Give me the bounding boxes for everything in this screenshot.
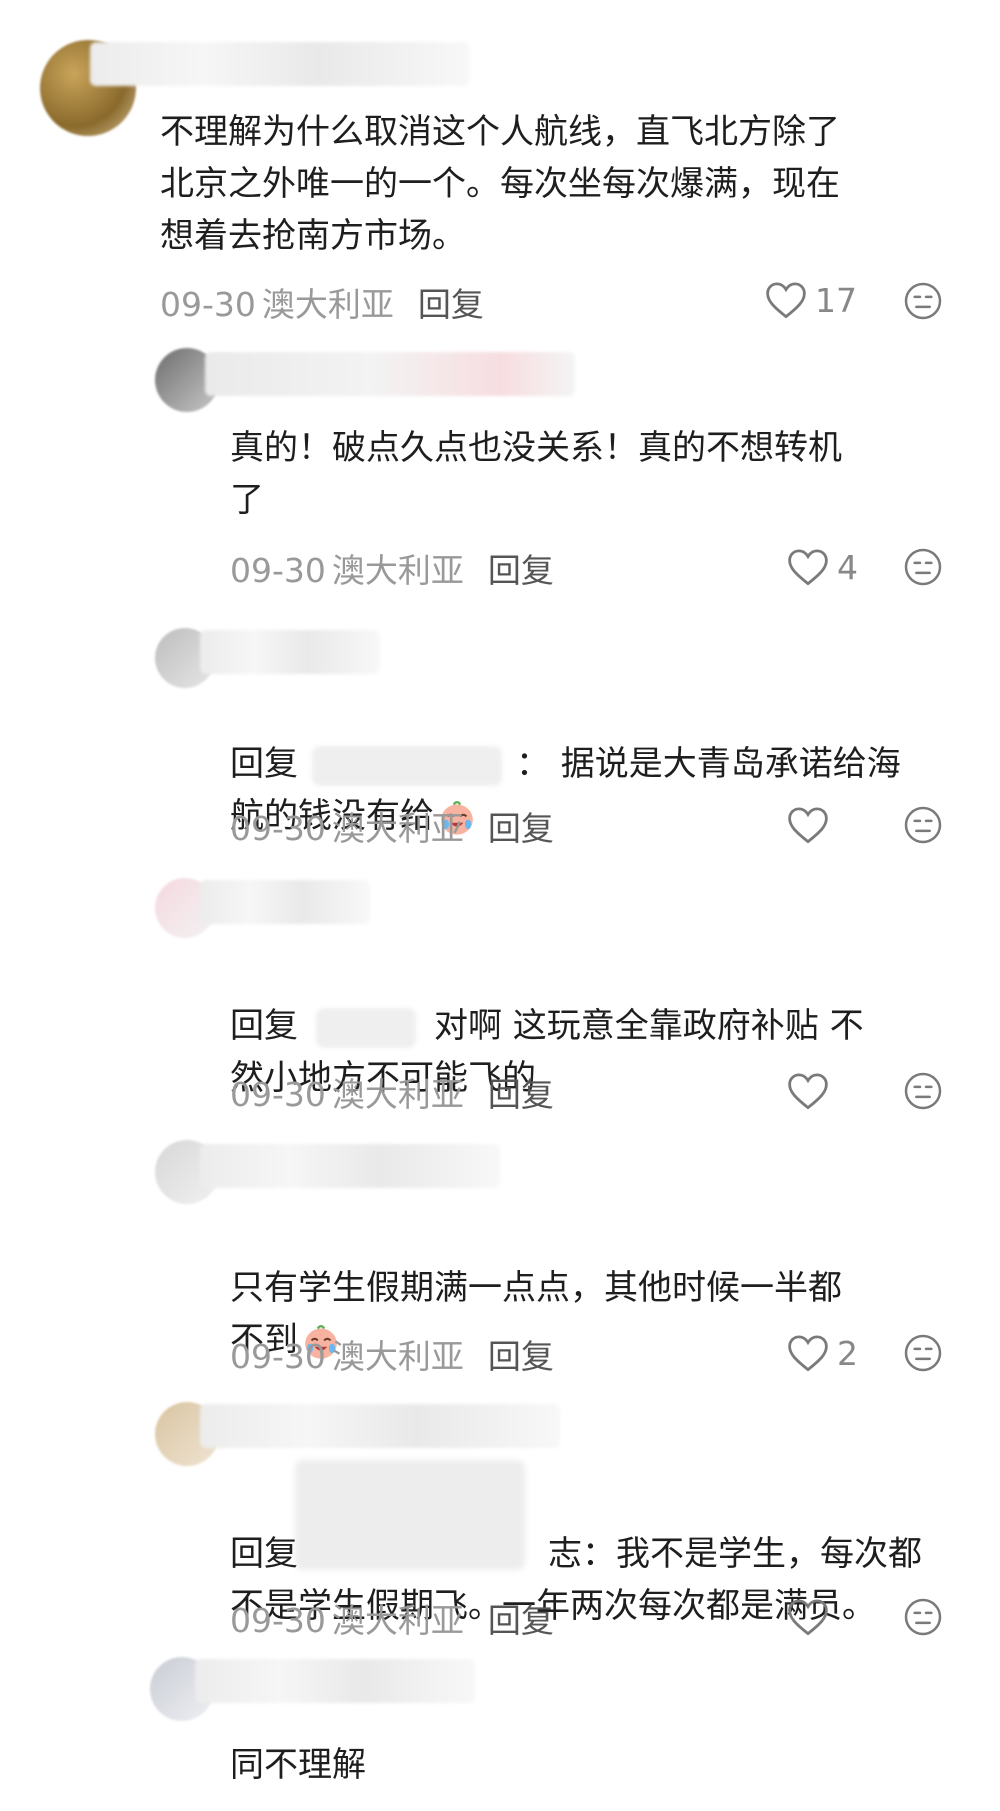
comment-meta: 09-30 澳大利亚 回复 — [230, 546, 554, 596]
neutral-face-icon — [904, 1334, 942, 1372]
heart-outline-icon — [788, 1335, 828, 1372]
neutral-face-icon — [904, 282, 942, 320]
comment-4: 回复 对啊 这玩意全靠政府补贴 不 然小地方不可能飞的 09-30 澳大利亚 回复 — [0, 870, 1000, 1114]
mentioned-user-masked[interactable] — [312, 745, 502, 786]
comment-date: 09-30 — [230, 551, 326, 590]
neutral-face-icon — [904, 806, 942, 844]
reply-prefix: 回复 — [230, 744, 298, 784]
username-masked[interactable] — [200, 630, 380, 674]
comment-meta: 09-30 澳大利亚 回复 — [160, 280, 484, 330]
comment-5: 只有学生假期满一点点，其他时候一半都 不到 09-30 澳大利亚 回复 2 — [0, 1140, 1000, 1380]
username-masked[interactable] — [200, 1144, 500, 1188]
dislike-button[interactable] — [898, 276, 948, 326]
dislike-button[interactable] — [898, 542, 948, 592]
comment-2: 真的！破点久点也没关系！真的不想转机 了 09-30 澳大利亚 回复 4 — [0, 340, 1000, 590]
comment-meta: 09-30 澳大利亚 回复 — [230, 1332, 554, 1382]
like-button[interactable] — [787, 1066, 829, 1116]
comment-location: 澳大利亚 — [331, 1075, 464, 1114]
comment-7: 同不理解 — [0, 1655, 1000, 1811]
neutral-face-icon — [904, 548, 942, 586]
comment-date: 09-30 — [230, 1075, 326, 1114]
comment-meta: 09-30 澳大利亚 回复 — [230, 804, 554, 854]
like-button[interactable]: 2 — [787, 1328, 858, 1378]
heart-outline-icon — [788, 549, 828, 586]
comment-meta: 09-30 澳大利亚 回复 — [230, 1070, 554, 1120]
comment-3: 回复： 据说是大青岛承诺给海 航的钱没有给 09-30 澳大利亚 回复 — [0, 620, 1000, 860]
dislike-button[interactable] — [898, 1592, 948, 1642]
comment-text: 真的！破点久点也没关系！真的不想转机 了 — [230, 428, 842, 520]
like-count: 4 — [837, 547, 858, 587]
like-button[interactable] — [787, 800, 829, 850]
comment-1: 不理解为什么取消这个人航线，直飞北方除了 北京之外唯一的一个。每次坐每次爆满，现… — [0, 0, 1000, 324]
username-masked[interactable] — [90, 42, 470, 86]
like-count: 17 — [815, 280, 857, 320]
comment-location: 澳大利亚 — [331, 551, 464, 590]
reply-prefix: 回复 — [230, 1006, 298, 1046]
reply-button[interactable]: 回复 — [488, 804, 554, 854]
heart-outline-icon — [788, 1599, 828, 1636]
comment-location: 澳大利亚 — [331, 1601, 464, 1640]
reply-button[interactable]: 回复 — [488, 1070, 554, 1120]
comment-text: 不理解为什么取消这个人航线，直飞北方除了 北京之外唯一的一个。每次坐每次爆满，现… — [160, 112, 840, 256]
username-masked[interactable] — [195, 1659, 475, 1703]
dislike-button[interactable] — [898, 1066, 948, 1116]
like-button[interactable] — [787, 1592, 829, 1642]
neutral-face-icon — [904, 1598, 942, 1636]
username-masked[interactable] — [205, 352, 575, 396]
neutral-face-icon — [904, 1072, 942, 1110]
reply-button[interactable]: 回复 — [488, 1596, 554, 1646]
dislike-button[interactable] — [898, 1328, 948, 1378]
like-count: 2 — [837, 1333, 858, 1373]
heart-outline-icon — [788, 1073, 828, 1110]
username-masked[interactable] — [200, 1404, 560, 1448]
username-masked[interactable] — [200, 880, 370, 924]
heart-outline-icon — [766, 282, 806, 319]
comment-date: 09-30 — [230, 1601, 326, 1640]
mentioned-user-masked[interactable] — [316, 1007, 416, 1048]
like-button[interactable]: 17 — [765, 275, 857, 325]
heart-outline-icon — [788, 807, 828, 844]
reply-button[interactable]: 回复 — [488, 546, 554, 596]
comment-location: 澳大利亚 — [331, 809, 464, 848]
reply-button[interactable]: 回复 — [418, 280, 484, 330]
comment-date: 09-30 — [160, 285, 256, 324]
comment-location: 澳大利亚 — [261, 285, 394, 324]
comment-location: 澳大利亚 — [331, 1337, 464, 1376]
comment-meta: 09-30 澳大利亚 回复 — [230, 1596, 554, 1646]
comment-text: 同不理解 — [230, 1745, 366, 1785]
like-button[interactable]: 4 — [787, 542, 858, 592]
dislike-button[interactable] — [898, 800, 948, 850]
comment-date: 09-30 — [230, 1337, 326, 1376]
comment-6: 回复 志：我不是学生，每次都 不是学生假期飞。一年两次每次都是满员。 09-30 … — [0, 1400, 1000, 1640]
comment-date: 09-30 — [230, 809, 326, 848]
reply-prefix: 回复 — [230, 1534, 298, 1574]
reply-button[interactable]: 回复 — [488, 1332, 554, 1382]
